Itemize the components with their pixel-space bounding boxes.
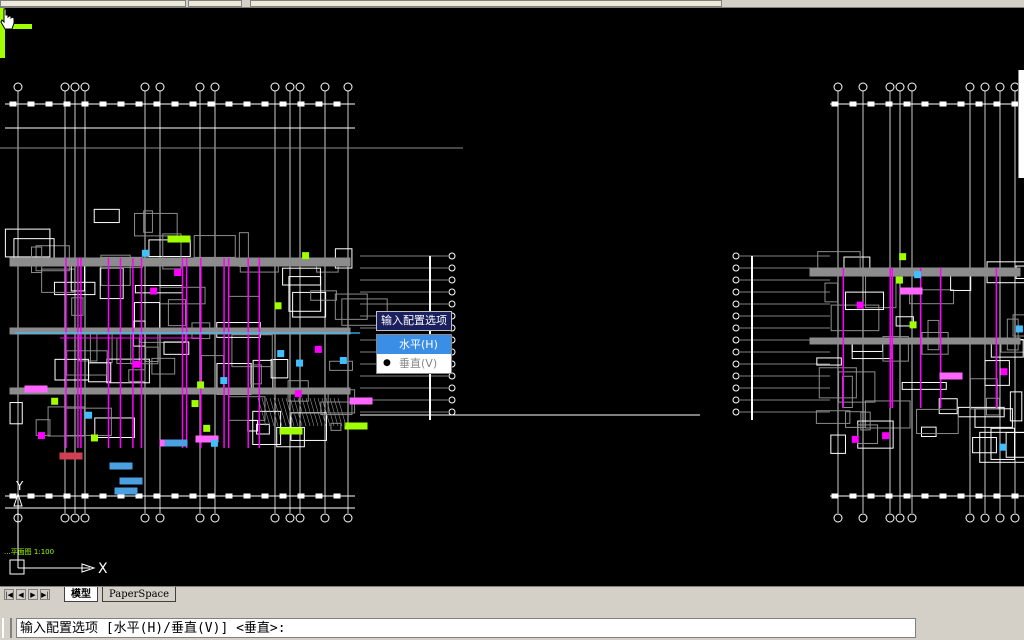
- svg-text:...平面图 1:100: ...平面图 1:100: [4, 548, 54, 556]
- last-tab-button[interactable]: ▶|: [40, 589, 50, 600]
- status-gap: [0, 603, 1024, 617]
- next-tab-button[interactable]: ▶: [28, 589, 38, 600]
- option-label: 水平(H): [399, 338, 438, 351]
- cad-drawing: Y X ...平面图 1:100: [0, 82, 1024, 577]
- tab-model[interactable]: 模型: [64, 587, 98, 602]
- command-grip[interactable]: [2, 618, 12, 638]
- option-label: 垂直(V): [399, 357, 438, 370]
- toolbar-segment[interactable]: [188, 0, 242, 7]
- prev-tab-button[interactable]: ◀: [16, 589, 26, 600]
- command-line[interactable]: 输入配置选项 [水平(H)/垂直(V)] <垂直>:: [16, 618, 916, 638]
- svg-text:Y: Y: [15, 479, 24, 493]
- toolbar-segment[interactable]: [0, 0, 186, 7]
- layout-tab-bar: |◀ ◀ ▶ ▶| 模型 PaperSpace: [0, 586, 1024, 603]
- svg-text:X: X: [98, 561, 108, 577]
- dynamic-input-options: 水平(H) ● 垂直(V): [376, 334, 452, 374]
- toolbar-segment[interactable]: [250, 0, 722, 7]
- drawing-canvas[interactable]: Y X ...平面图 1:100 输入配置选项 水平(H) ● 垂直(V): [0, 8, 1024, 586]
- top-toolbar-strip: [0, 0, 1024, 8]
- bullet-icon: ●: [383, 358, 391, 368]
- hand-pointer-icon: [0, 8, 15, 30]
- option-vertical[interactable]: ● 垂直(V): [377, 354, 451, 373]
- option-horizontal[interactable]: 水平(H): [377, 335, 451, 354]
- tab-paperspace[interactable]: PaperSpace: [102, 587, 177, 602]
- dynamic-input-prompt: 输入配置选项: [376, 311, 452, 331]
- right-scrollbar[interactable]: [1018, 70, 1024, 178]
- first-tab-button[interactable]: |◀: [4, 589, 14, 600]
